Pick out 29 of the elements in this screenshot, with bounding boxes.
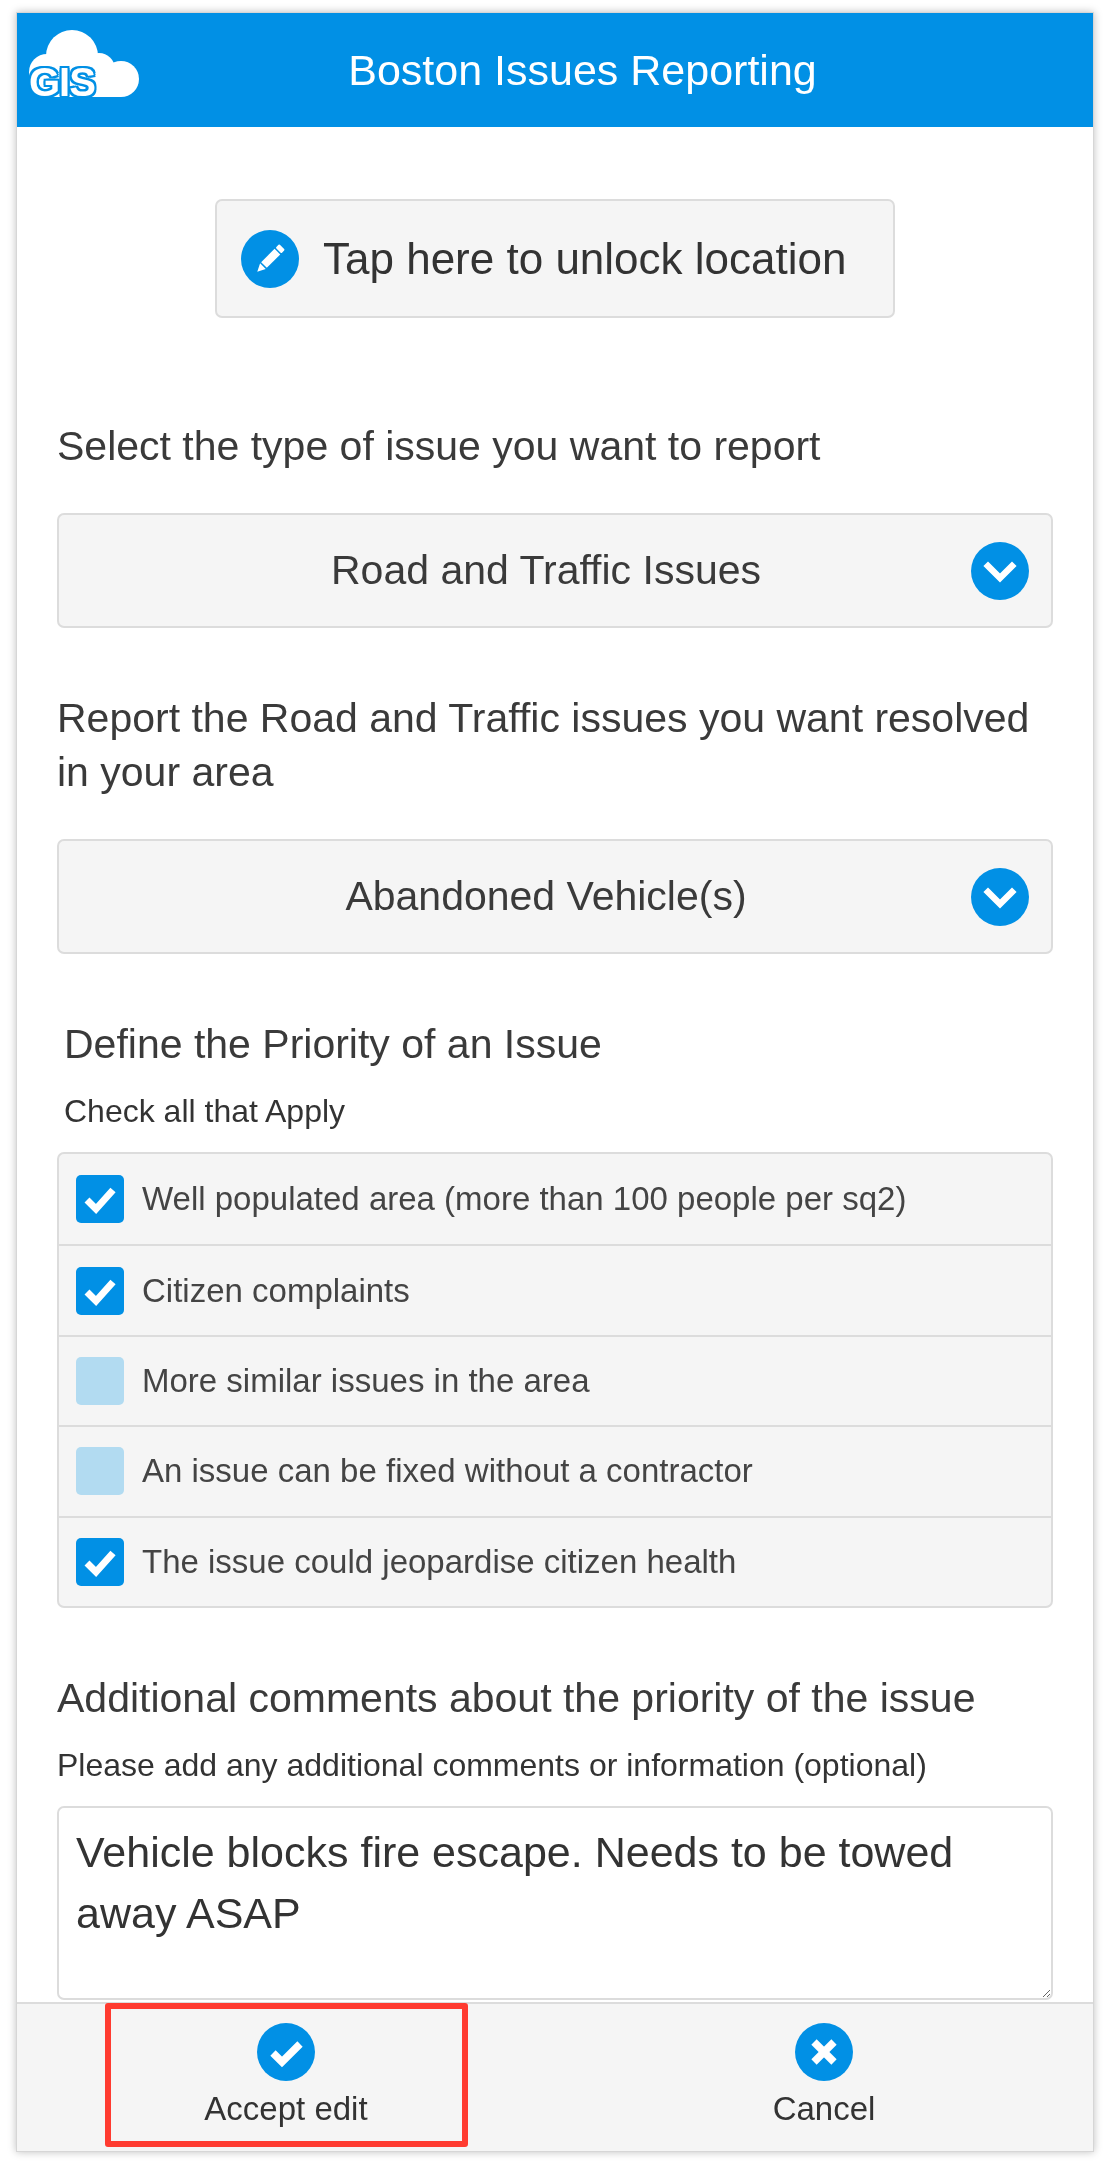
checkbox[interactable] xyxy=(76,1175,124,1224)
cancel-button[interactable]: Cancel xyxy=(642,2002,1006,2147)
option-label: Well populated area (more than 100 people per sq2) xyxy=(142,1179,907,1220)
checkbox[interactable] xyxy=(76,1356,124,1405)
question-label: Report the Road and Traffic issues you want resolved in your area xyxy=(57,694,1031,797)
hint-text: Please add any additional comments or information (optional) xyxy=(57,1745,928,1785)
comment-field[interactable]: Vehicle blocks fire escape. Needs to be towed away ASAP xyxy=(57,1805,1053,2000)
option-label: Citizen complaints xyxy=(142,1270,410,1311)
cloud-icon xyxy=(29,29,139,98)
question-label: Additional comments about the priority of the issue xyxy=(57,1673,977,1723)
question-label: Define the Priority of an Issue xyxy=(63,1020,603,1069)
checkbox[interactable] xyxy=(76,1537,124,1586)
option-label: An issue can be fixed without a contractor xyxy=(142,1451,753,1492)
pencil-icon xyxy=(241,229,299,288)
option-label: More similar issues in the area xyxy=(142,1360,590,1401)
check-circle-icon xyxy=(257,2022,315,2081)
accept-button[interactable]: Accept edit xyxy=(104,2002,468,2147)
close-icon xyxy=(795,2022,853,2081)
app-title: Boston Issues Reporting xyxy=(347,45,818,96)
unlock-location-button[interactable]: Tap here to unlock location xyxy=(215,199,895,318)
chevron-down-icon xyxy=(971,867,1029,926)
dropdown-field[interactable]: Abandoned Vehicle(s) xyxy=(57,839,1053,954)
dropdown-field[interactable]: Road and Traffic Issues xyxy=(57,513,1053,628)
question-label: Select the type of issue you want to report xyxy=(57,422,822,471)
checkbox[interactable] xyxy=(76,1447,124,1496)
option-label: The issue could jeopardise citizen health xyxy=(142,1541,737,1582)
hint-text: Check all that Apply xyxy=(63,1092,347,1131)
checkbox[interactable] xyxy=(76,1266,124,1315)
chevron-down-icon xyxy=(971,541,1029,600)
